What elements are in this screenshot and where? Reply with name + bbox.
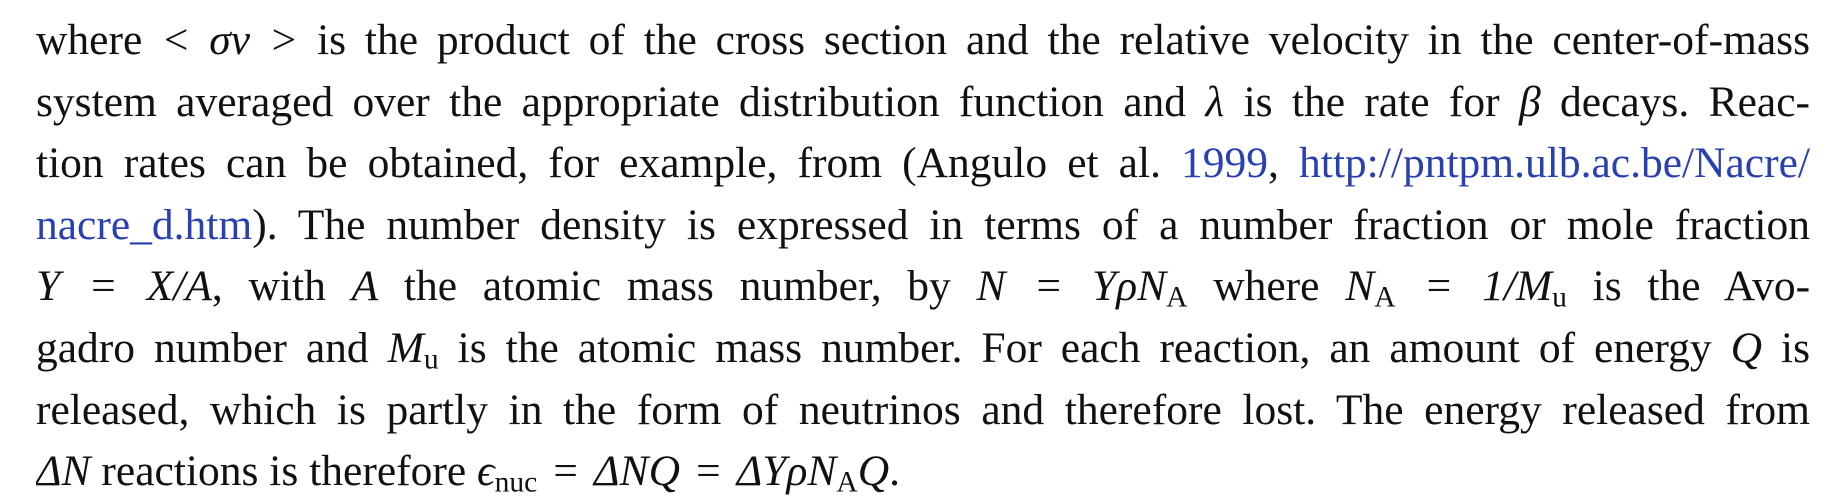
math-A: A — [351, 262, 379, 311]
math-equals: = — [1426, 262, 1452, 311]
text-run: is the rate for — [1224, 77, 1519, 126]
text-line-4: nacre_d.htm). The number density is expr… — [36, 195, 1810, 257]
text-run: gadro number and — [36, 323, 388, 372]
text-run: released, which is partly in the form of… — [36, 385, 1810, 434]
math-one-over-M: 1/M — [1482, 262, 1553, 311]
math-equals: = — [1036, 262, 1062, 311]
text-line-6: gadro number and Mu is the atomic mass n… — [36, 318, 1810, 380]
math-Y-rho-N: YρN — [1092, 262, 1167, 311]
nacre-url-link-continued[interactable]: nacre_d.htm — [36, 201, 252, 249]
text-run: is the Avo- — [1566, 262, 1810, 311]
math-subscript-A: A — [1374, 281, 1396, 314]
math-delta-N-Q: ΔNQ — [594, 447, 680, 496]
math-equals: = — [553, 447, 578, 496]
nacre-url-link[interactable]: http://pntpm.ulb.ac.be/Nacre/ — [1299, 139, 1810, 187]
text-run: tion rates can be obtained, for example,… — [36, 139, 1182, 188]
text-run: system averaged over the appropriate dis… — [36, 77, 1206, 126]
math-sigma-v: < σv > — [161, 16, 299, 64]
text-line-5: Y = X/A, with A the atomic mass number, … — [36, 256, 1810, 318]
text-run: where — [1187, 262, 1346, 311]
text-line-7: released, which is partly in the form of… — [36, 380, 1810, 442]
text-run: ). The number density is expressed in te… — [252, 200, 1810, 249]
math-delta-Y-rho-N: ΔYρN — [736, 447, 837, 496]
math-equals: = — [696, 447, 721, 496]
text-run: is the product of the cross section and … — [298, 16, 1810, 64]
paragraph: where < σv > is the product of the cross… — [36, 10, 1810, 503]
math-epsilon: ϵ — [477, 447, 495, 496]
text-line-1: where < σv > is the product of the cross… — [36, 10, 1810, 72]
text-run: reactions is therefore — [90, 447, 478, 496]
text-run: , with — [211, 262, 352, 311]
math-equals: = — [91, 262, 116, 311]
math-Q: Q — [857, 447, 890, 496]
math-N: N — [976, 262, 1006, 311]
math-N: N — [1345, 262, 1375, 311]
math-subscript-u: u — [423, 343, 439, 376]
text-run: is — [1762, 323, 1810, 372]
math-delta-N: ΔN — [36, 447, 91, 496]
text-run: . — [889, 447, 901, 496]
math-X-over-A: X/A — [146, 262, 212, 311]
text-run: the atomic mass number, by — [378, 262, 977, 311]
text-line-3: tion rates can be obtained, for example,… — [36, 133, 1810, 195]
math-subscript-u: u — [1552, 281, 1567, 314]
text-run: where — [36, 16, 162, 64]
math-subscript-A: A — [1166, 281, 1188, 314]
text-line-2: system averaged over the appropriate dis… — [36, 72, 1810, 134]
math-Y: Y — [36, 262, 61, 311]
math-beta: β — [1519, 77, 1541, 126]
math-lambda: λ — [1205, 77, 1225, 126]
text-run: is the atomic mass number. For each reac… — [438, 323, 1731, 372]
citation-year-link[interactable]: 1999 — [1181, 139, 1268, 187]
text-run: decays. Reac- — [1540, 77, 1810, 126]
math-Q: Q — [1730, 323, 1763, 372]
math-M: M — [387, 323, 424, 372]
text-run: , — [1268, 139, 1300, 188]
